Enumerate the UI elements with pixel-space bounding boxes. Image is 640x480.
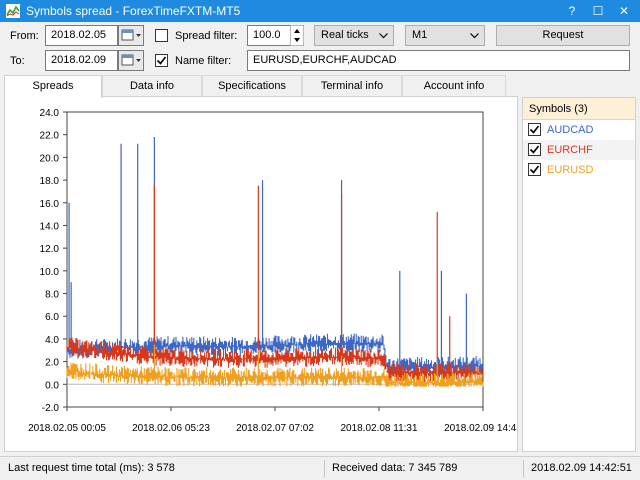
symbol-item-audcad[interactable]: AUDCAD (523, 120, 635, 140)
spread-filter-spinner[interactable] (290, 25, 304, 46)
spread-filter-label: Spread filter: (175, 30, 238, 42)
help-button[interactable]: ? (562, 2, 582, 20)
y-tick-label: 10.0 (40, 267, 60, 278)
status-separator (324, 460, 325, 478)
name-filter-label: Name filter: (175, 55, 232, 67)
symbol-checkbox[interactable] (528, 123, 541, 136)
chevron-down-icon (379, 33, 388, 39)
spread-filter-checkbox[interactable] (155, 29, 168, 42)
symbol-checkbox[interactable] (528, 143, 541, 156)
calendar-icon (121, 54, 141, 66)
y-tick-label: 14.0 (40, 221, 60, 232)
y-tick-label: 16.0 (40, 199, 60, 210)
request-time-status: Last request time total (ms): 3 578 (8, 462, 175, 474)
maximize-button[interactable]: ☐ (588, 2, 608, 20)
symbol-checkbox[interactable] (528, 163, 541, 176)
chevron-down-icon (470, 33, 479, 39)
spread-chart: 24.0 22.0 20.0 18.0 16.0 14.0 12.0 10.0 8.0 6.0 4.… (28, 108, 517, 434)
x-tick-label: 2018.02.09 14:43 (444, 423, 517, 434)
checkmark-icon (156, 56, 167, 65)
title-bar: Symbols spread - ForexTimeFXTM-MT5 ? ☐ ✕ (0, 0, 640, 22)
x-tick-label: 2018.02.07 07:02 (236, 423, 314, 434)
from-date-input[interactable]: 2018.02.05 (45, 25, 118, 46)
status-bar: Last request time total (ms): 3 578 Rece… (0, 456, 640, 480)
status-separator (523, 460, 524, 478)
timeframe-value: M1 (412, 29, 428, 41)
y-tick-label: 18.0 (40, 176, 60, 187)
tab-spreads[interactable]: Spreads (4, 75, 102, 98)
window-title: Symbols spread - ForexTimeFXTM-MT5 (26, 4, 241, 18)
timestamp-status: 2018.02.09 14:42:51 (531, 462, 632, 474)
tick-mode-value: Real ticks (321, 29, 369, 41)
symbols-panel: Symbols (3) AUDCAD EURCHF EURUSD (522, 97, 636, 452)
y-tick-label: 24.0 (40, 108, 60, 119)
checkmark-icon (529, 165, 540, 174)
y-tick-label: 20.0 (40, 153, 60, 164)
spread-chart-panel: 24.0 22.0 20.0 18.0 16.0 14.0 12.0 10.0 8.0 6.0 4.… (4, 96, 518, 452)
close-button[interactable]: ✕ (614, 2, 634, 20)
checkmark-icon (529, 145, 540, 154)
y-tick-label: -2.0 (42, 403, 60, 414)
tab-bar: Spreads Data info Specifications Termina… (4, 75, 506, 98)
from-calendar-button[interactable] (118, 25, 144, 46)
from-label: From: (10, 30, 39, 42)
y-tick-label: 22.0 (40, 131, 60, 142)
y-tick-label: 4.0 (45, 335, 59, 346)
checkmark-icon (529, 125, 540, 134)
tab-account-info[interactable]: Account info (402, 75, 506, 97)
tab-specifications[interactable]: Specifications (202, 75, 302, 97)
x-tick-label: 2018.02.05 00:05 (28, 423, 106, 434)
name-filter-input[interactable]: EURUSD,EURCHF,AUDCAD (247, 50, 630, 71)
y-tick-label: 2.0 (45, 358, 59, 369)
symbol-name: EURCHF (547, 144, 593, 156)
tab-terminal-info[interactable]: Terminal info (302, 75, 402, 97)
series-audcad (66, 136, 484, 376)
y-tick-label: 0.0 (45, 380, 59, 391)
symbol-item-eurchf[interactable]: EURCHF (523, 140, 635, 160)
request-button[interactable]: Request (496, 25, 630, 46)
tick-mode-select[interactable]: Real ticks (314, 25, 394, 46)
received-data-status: Received data: 7 345 789 (332, 462, 458, 474)
app-chart-icon (6, 4, 20, 18)
x-tick-label: 2018.02.06 05:23 (132, 423, 210, 434)
to-label: To: (10, 55, 25, 67)
tab-data-info[interactable]: Data info (102, 75, 202, 97)
symbol-name: EURUSD (547, 164, 594, 176)
symbols-header: Symbols (3) (523, 98, 635, 120)
to-calendar-button[interactable] (118, 50, 144, 71)
timeframe-select[interactable]: M1 (405, 25, 485, 46)
to-date-input[interactable]: 2018.02.09 (45, 50, 118, 71)
name-filter-checkbox[interactable] (155, 54, 168, 67)
spread-filter-input[interactable]: 100.0 (247, 25, 291, 46)
calendar-icon (121, 29, 141, 41)
y-tick-label: 6.0 (45, 312, 59, 323)
x-tick-label: 2018.02.08 11:31 (340, 423, 418, 434)
symbol-name: AUDCAD (547, 124, 594, 136)
symbol-item-eurusd[interactable]: EURUSD (523, 160, 635, 180)
y-tick-label: 8.0 (45, 290, 59, 301)
y-tick-label: 12.0 (40, 244, 60, 255)
